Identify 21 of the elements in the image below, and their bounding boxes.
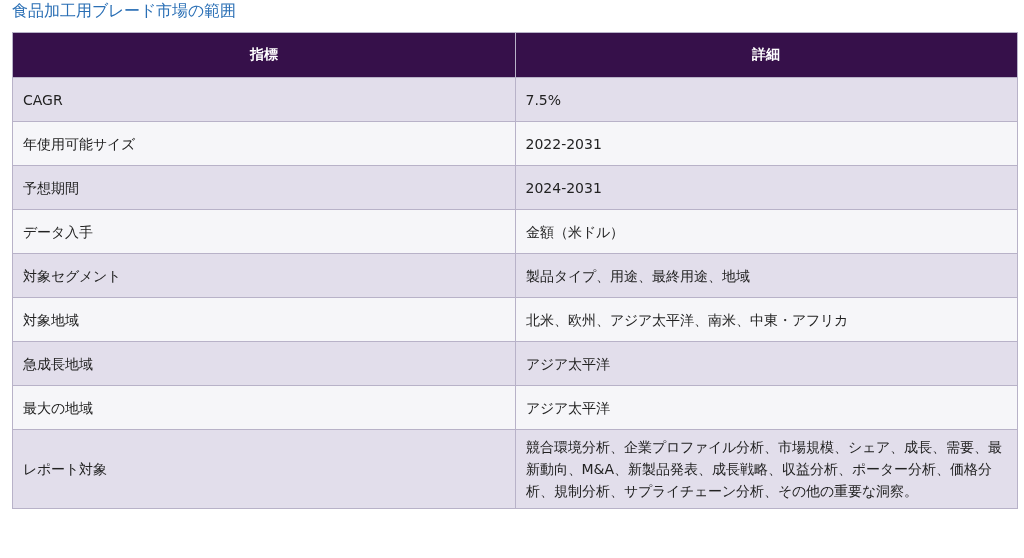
table-cell: 最大の地域 bbox=[12, 385, 515, 430]
table-cell: 対象地域 bbox=[12, 297, 515, 342]
table-cell: 競合環境分析、企業プロファイル分析、市場規模、シェア、成長、需要、最新動向、M&A、新製品発表、成長戦略、収益分析、ポーター分析、価格分析、規制分析、サプライチェーン分析、その他の重要な洞察。 bbox=[515, 429, 1018, 509]
table-cell: CAGR bbox=[12, 77, 515, 122]
table-cell: アジア太平洋 bbox=[515, 341, 1018, 386]
table-title: 食品加工用ブレード市場の範囲 bbox=[12, 0, 237, 22]
table-cell: 2022-2031 bbox=[515, 121, 1018, 166]
column-header: 指標 bbox=[12, 32, 515, 78]
table-cell: 7.5% bbox=[515, 77, 1018, 122]
table-cell: 年使用可能サイズ bbox=[12, 121, 515, 166]
table-cell: 金額（米ドル） bbox=[515, 209, 1018, 254]
table-cell: データ入手 bbox=[12, 209, 515, 254]
table-cell: 2024-2031 bbox=[515, 165, 1018, 210]
table-cell: 予想期間 bbox=[12, 165, 515, 210]
table-cell: 製品タイプ、用途、最終用途、地域 bbox=[515, 253, 1018, 298]
table-cell: レポート対象 bbox=[12, 429, 515, 509]
table-cell: アジア太平洋 bbox=[515, 385, 1018, 430]
column-header: 詳細 bbox=[515, 32, 1018, 78]
table-cell: 対象セグメント bbox=[12, 253, 515, 298]
table-cell: 急成長地域 bbox=[12, 341, 515, 386]
table-cell: 北米、欧州、アジア太平洋、南米、中東・アフリカ bbox=[515, 297, 1018, 342]
